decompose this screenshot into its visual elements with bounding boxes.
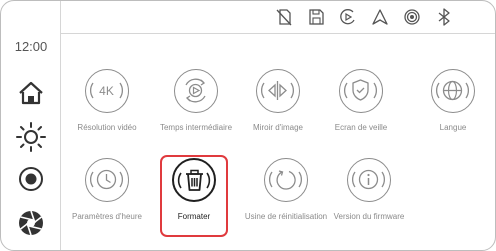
clock: 12:00: [14, 39, 48, 54]
tile-image-mirror[interactable]: Miroir d'image: [230, 69, 326, 159]
device-screen: 12:00 4K Résolution vidéo Temps interméd…: [0, 0, 496, 251]
record-icon: [19, 167, 43, 191]
record-button[interactable]: [13, 161, 49, 197]
info-icon: [347, 158, 391, 202]
aperture-icon: [19, 210, 43, 236]
tile-time-settings[interactable]: Paramètres d'heure: [59, 158, 155, 248]
sd-card-off-icon: [274, 7, 294, 27]
screensaver-shield-icon: [339, 69, 383, 113]
tile-label: Version du firmware: [333, 212, 405, 221]
loop-play-icon: [174, 69, 218, 113]
home-button[interactable]: [13, 75, 49, 111]
globe-icon: [431, 69, 475, 113]
4k-icon: 4K: [85, 69, 129, 113]
home-icon: [19, 81, 43, 105]
tile-firmware-version[interactable]: Version du firmware: [321, 158, 417, 248]
factory-reset-icon: [264, 158, 308, 202]
tile-format[interactable]: Formater: [146, 158, 242, 248]
wifi-icon: [402, 7, 422, 27]
tile-language[interactable]: Langue: [405, 69, 495, 159]
tile-video-resolution[interactable]: 4K Résolution vidéo: [59, 69, 155, 159]
status-bar: [61, 1, 495, 34]
tile-screensaver[interactable]: Ecran de veille: [313, 69, 409, 159]
aperture-button[interactable]: [13, 205, 49, 241]
clock-icon: [85, 158, 129, 202]
mirror-icon: [256, 69, 300, 113]
tile-factory-reset[interactable]: Usine de réinitialisation: [238, 158, 334, 248]
gps-icon: [370, 7, 390, 27]
loop-record-icon: [338, 7, 358, 27]
bluetooth-icon: [434, 7, 454, 27]
4k-badge: 4K: [99, 84, 114, 98]
tile-label: Langue: [439, 123, 467, 132]
brightness-button[interactable]: [13, 119, 49, 155]
memory-card-icon: [306, 7, 326, 27]
brightness-icon: [16, 122, 46, 152]
trash-icon: [172, 158, 216, 202]
